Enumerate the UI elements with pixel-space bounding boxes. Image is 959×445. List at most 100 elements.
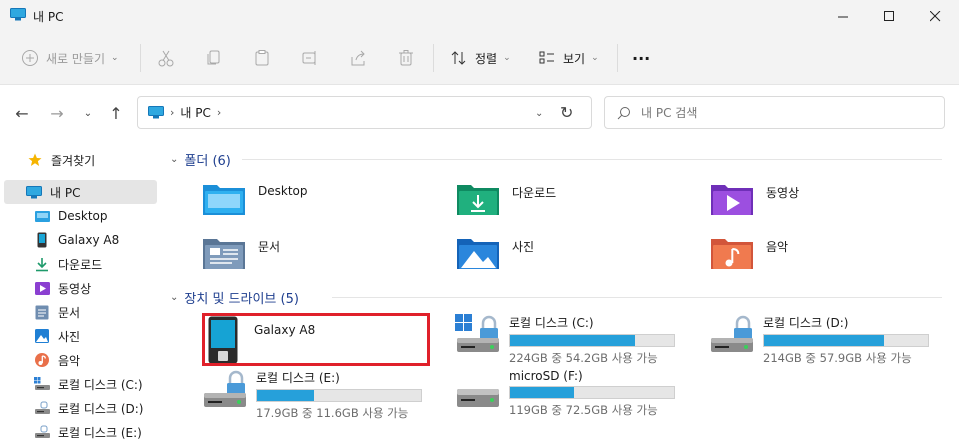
devices-group-header[interactable]: ⌄ 장치 및 드라이브 (5) [170, 288, 299, 307]
drive-usage-bar [763, 334, 929, 347]
drive-usage-fill [510, 335, 635, 346]
sidebar-item-favorites[interactable]: 즐겨찾기 [0, 148, 157, 172]
sidebar-item-label: 로컬 디스크 (D:) [58, 401, 144, 416]
locked-drive-icon [204, 370, 246, 407]
sidebar-item-galaxy-a8[interactable]: Galaxy A8 [0, 228, 157, 252]
desktop-folder-icon [203, 185, 245, 215]
address-row: ← → ⌄ ↑ › 내 PC › ⌄ ↻ 내 PC 검색 [0, 85, 959, 141]
sort-label: 정렬 [475, 51, 498, 66]
paste-button[interactable] [252, 45, 272, 71]
address-bar[interactable]: › 내 PC › [137, 96, 592, 129]
sidebar-item-label: 내 PC [50, 185, 81, 200]
drive-info: 로컬 디스크 (C:) 224GB 중 54.2GB 사용 가능 [509, 314, 675, 366]
folder-tile-music[interactable]: 음악 [710, 235, 788, 271]
drive-name: 로컬 디스크 (E:) [256, 371, 340, 385]
document-folder-icon [203, 239, 245, 269]
breadcrumb-chevron-icon[interactable]: › [217, 106, 221, 119]
sidebar-item-pictures[interactable]: 사진 [0, 324, 157, 348]
drive-tile-e[interactable]: 로컬 디스크 (E:) 17.9GB 중 11.6GB 사용 가능 [202, 369, 422, 421]
sidebar-item-drive-c[interactable]: 로컬 디스크 (C:) [0, 372, 157, 396]
drive-usage-fill [510, 387, 574, 398]
drive-space-text: 224GB 중 54.2GB 사용 가능 [509, 351, 658, 365]
breadcrumb-item[interactable]: 내 PC [180, 104, 210, 121]
cut-button[interactable] [156, 45, 176, 71]
separator [433, 44, 434, 72]
sidebar-item-documents[interactable]: 문서 [0, 300, 157, 324]
sidebar-item-label: 다운로드 [58, 257, 103, 272]
new-label: 새로 만들기 [46, 51, 106, 66]
chevron-down-icon: ⌄ [111, 53, 119, 63]
chevron-down-icon: ⌄ [170, 292, 179, 303]
picture-icon [34, 328, 50, 344]
delete-button[interactable] [396, 45, 416, 71]
recent-locations-button[interactable]: ⌄ [76, 102, 100, 124]
close-button[interactable] [912, 0, 958, 32]
rename-button[interactable] [300, 45, 320, 71]
copy-button[interactable] [204, 45, 224, 71]
chevron-down-icon: ⌄ [83, 107, 93, 119]
video-icon [34, 280, 50, 296]
video-folder-icon [711, 185, 753, 215]
sidebar-item-label: 사진 [58, 329, 81, 344]
sort-icon [449, 48, 469, 68]
sidebar-item-label: Galaxy A8 [58, 233, 120, 247]
folder-label: 사진 [512, 240, 535, 254]
title-bar: 내 PC [0, 0, 959, 32]
back-button[interactable]: ← [10, 102, 34, 124]
drive-tile-c[interactable]: 로컬 디스크 (C:) 224GB 중 54.2GB 사용 가능 [455, 314, 675, 366]
locked-drive-icon [711, 315, 753, 352]
drive-icon [34, 424, 50, 440]
sidebar-item-this-pc[interactable]: 내 PC [4, 180, 157, 204]
removable-drive-icon [457, 389, 499, 407]
sidebar-item-downloads[interactable]: 다운로드 [0, 252, 157, 276]
address-dropdown-icon[interactable]: ⌄ [535, 108, 543, 119]
maximize-button[interactable] [866, 0, 912, 32]
share-button[interactable] [348, 45, 368, 71]
sidebar-item-drive-e[interactable]: 로컬 디스크 (E:) [0, 420, 157, 444]
picture-folder-icon [457, 239, 499, 269]
music-icon [34, 352, 50, 368]
drive-tile-f[interactable]: microSD (F:) 119GB 중 72.5GB 사용 가능 [455, 369, 675, 418]
folder-label: 동영상 [766, 186, 800, 200]
folder-tile-documents[interactable]: 문서 [202, 235, 280, 271]
drive-icon [34, 376, 50, 392]
folder-label: 음악 [766, 240, 789, 254]
arrow-left-icon: ← [15, 103, 29, 123]
new-button[interactable]: 새로 만들기 ⌄ [20, 45, 119, 71]
group-divider [332, 297, 942, 298]
folder-tile-videos[interactable]: 동영상 [710, 181, 799, 217]
group-divider [242, 159, 942, 160]
search-input[interactable]: 내 PC 검색 [604, 96, 945, 129]
sidebar-item-videos[interactable]: 동영상 [0, 276, 157, 300]
sidebar-item-music[interactable]: 음악 [0, 348, 157, 372]
pc-icon [148, 106, 164, 119]
scissors-icon [156, 48, 176, 68]
forward-button[interactable]: → [45, 102, 69, 124]
folder-tile-downloads[interactable]: 다운로드 [456, 181, 556, 217]
sidebar-item-desktop[interactable]: Desktop [0, 204, 157, 228]
drive-space-text: 17.9GB 중 11.6GB 사용 가능 [256, 406, 409, 420]
sidebar-item-label: 음악 [58, 353, 81, 368]
arrow-right-icon: → [50, 103, 64, 123]
folder-tile-pictures[interactable]: 사진 [456, 235, 534, 271]
sort-button[interactable]: 정렬 ⌄ [449, 45, 511, 71]
drive-usage-bar [509, 386, 675, 399]
chevron-down-icon: ⌄ [591, 53, 599, 63]
arrow-up-icon: ↑ [109, 103, 123, 123]
drive-usage-bar [256, 389, 422, 402]
minimize-icon [837, 16, 848, 17]
folders-group-header[interactable]: ⌄ 폴더 (6) [170, 150, 231, 169]
drive-name: microSD (F:) [509, 369, 583, 383]
folder-tile-desktop[interactable]: Desktop [202, 181, 308, 217]
refresh-icon[interactable]: ↻ [560, 103, 573, 122]
minimize-button[interactable] [820, 0, 866, 32]
folders-header-label: 폴더 (6) [184, 154, 231, 169]
view-button[interactable]: 보기 ⌄ [537, 45, 599, 71]
drive-tile-d[interactable]: 로컬 디스크 (D:) 214GB 중 57.9GB 사용 가능 [709, 314, 929, 366]
sidebar-item-drive-d[interactable]: 로컬 디스크 (D:) [0, 396, 157, 420]
highlight-box [202, 313, 430, 366]
chevron-down-icon: ⌄ [503, 53, 511, 63]
drive-info: microSD (F:) 119GB 중 72.5GB 사용 가능 [509, 369, 675, 418]
up-button[interactable]: ↑ [104, 102, 128, 124]
more-options-button[interactable]: ··· [632, 45, 650, 71]
